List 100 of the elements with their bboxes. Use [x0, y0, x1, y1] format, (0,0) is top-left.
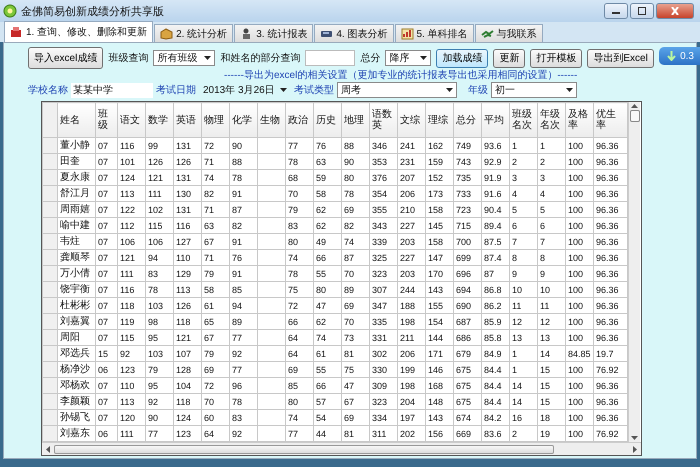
- toolbar-button[interactable]: 打开模板: [530, 48, 582, 68]
- column-header[interactable]: 平均: [482, 102, 510, 138]
- row-header[interactable]: [42, 234, 58, 250]
- school-label: 学校名称: [28, 84, 68, 97]
- download-badge[interactable]: 0.3: [659, 47, 700, 65]
- table-cell: 206: [398, 186, 426, 202]
- table-cell: 78: [230, 170, 258, 186]
- column-header[interactable]: 文综: [398, 102, 426, 138]
- column-header[interactable]: 地理: [342, 102, 370, 138]
- row-header[interactable]: [42, 170, 58, 186]
- table-cell: [258, 138, 286, 154]
- tab[interactable]: 4. 图表分析: [314, 24, 394, 42]
- exam-type-select[interactable]: 周考: [337, 82, 457, 98]
- sort-select[interactable]: 降序: [385, 50, 432, 66]
- table-cell: 董小静: [58, 138, 96, 154]
- row-header[interactable]: [42, 314, 58, 330]
- table-cell: 92: [230, 346, 258, 362]
- column-header[interactable]: 政治: [286, 102, 314, 138]
- column-header[interactable]: 生物: [258, 102, 286, 138]
- column-header[interactable]: 物理: [202, 102, 230, 138]
- table-cell: 喻中建: [58, 218, 96, 234]
- column-header[interactable]: 及格率: [566, 102, 594, 138]
- table-cell: 杜彬彬: [58, 298, 96, 314]
- table-cell: 8: [510, 250, 538, 266]
- maximize-button[interactable]: [630, 3, 654, 19]
- row-header[interactable]: [42, 138, 58, 154]
- row-header[interactable]: [42, 330, 58, 346]
- row-header[interactable]: [42, 202, 58, 218]
- table-cell: 122: [118, 202, 146, 218]
- table-cell: 323: [370, 394, 398, 410]
- table-cell: 71: [202, 202, 230, 218]
- table-cell: 159: [426, 154, 454, 170]
- toolbar-button[interactable]: 导出到Excel: [587, 48, 654, 68]
- toolbar-button[interactable]: 加载成绩: [436, 48, 488, 68]
- column-header[interactable]: 班级: [96, 102, 118, 138]
- table-cell: 74: [286, 250, 314, 266]
- column-header[interactable]: 优生率: [594, 102, 628, 138]
- column-header[interactable]: 历史: [314, 102, 342, 138]
- column-header[interactable]: 化学: [230, 102, 258, 138]
- name-search-field[interactable]: [305, 50, 356, 66]
- row-header[interactable]: [42, 378, 58, 394]
- table-cell: 100: [566, 218, 594, 234]
- table-cell: 106: [146, 234, 174, 250]
- column-header[interactable]: 姓名: [58, 102, 96, 138]
- exam-date-picker[interactable]: 2013年 3月26日: [199, 82, 291, 98]
- table-cell: 244: [398, 282, 426, 298]
- table-cell: 353: [370, 154, 398, 170]
- table-cell: 68: [286, 170, 314, 186]
- row-header[interactable]: [42, 218, 58, 234]
- scroll-thumb[interactable]: [630, 110, 640, 122]
- toolbar-button[interactable]: 更新: [493, 48, 526, 68]
- column-header[interactable]: 语文: [118, 102, 146, 138]
- table-cell: 54: [314, 410, 342, 426]
- tab[interactable]: 1. 查询、修改、删除和更新: [4, 21, 154, 42]
- column-header[interactable]: 年级名次: [538, 102, 566, 138]
- school-field[interactable]: 某某中学: [71, 82, 153, 98]
- table-cell: [258, 410, 286, 426]
- tab[interactable]: 5. 单科排名: [394, 24, 474, 42]
- table-cell: 90: [146, 410, 174, 426]
- row-header[interactable]: [42, 250, 58, 266]
- column-header[interactable]: 理综: [426, 102, 454, 138]
- row-header[interactable]: [42, 410, 58, 426]
- table-cell: 1: [510, 362, 538, 378]
- horizontal-scrollbar[interactable]: [42, 442, 641, 455]
- row-header[interactable]: [42, 282, 58, 298]
- table-cell: 143: [426, 282, 454, 298]
- table-cell: 58: [314, 186, 342, 202]
- column-header[interactable]: 班级名次: [510, 102, 538, 138]
- row-header[interactable]: [42, 394, 58, 410]
- row-header[interactable]: [42, 298, 58, 314]
- vertical-scrollbar[interactable]: [628, 102, 640, 442]
- row-header[interactable]: [42, 362, 58, 378]
- minimize-button[interactable]: [604, 3, 628, 19]
- table-cell: 82: [342, 218, 370, 234]
- import-button[interactable]: 导入excel成绩: [28, 47, 104, 69]
- app-icon: [3, 4, 17, 18]
- tab[interactable]: 与我联系: [474, 24, 543, 42]
- tab[interactable]: 2. 统计分析: [154, 24, 234, 42]
- scroll-thumb[interactable]: [54, 444, 554, 454]
- grade-select[interactable]: 初一: [491, 82, 577, 98]
- table-cell: 90: [342, 154, 370, 170]
- table-cell: 210: [398, 202, 426, 218]
- row-header[interactable]: [42, 266, 58, 282]
- row-header[interactable]: [42, 346, 58, 362]
- brick-icon: [10, 26, 23, 38]
- table-cell: 84.4: [482, 362, 510, 378]
- column-header[interactable]: 英语: [174, 102, 202, 138]
- table-cell: 69: [342, 410, 370, 426]
- row-header[interactable]: [42, 426, 58, 442]
- row-header[interactable]: [42, 154, 58, 170]
- column-header[interactable]: 数学: [146, 102, 174, 138]
- tab[interactable]: 3. 统计报表: [234, 24, 314, 42]
- table-cell: [258, 266, 286, 282]
- column-header[interactable]: 语数英: [370, 102, 398, 138]
- column-header[interactable]: 总分: [454, 102, 482, 138]
- table-cell: 周阳: [58, 330, 96, 346]
- close-button[interactable]: [656, 3, 694, 19]
- row-header[interactable]: [42, 186, 58, 202]
- table-cell: 07: [96, 266, 118, 282]
- class-select[interactable]: 所有班级: [153, 50, 216, 66]
